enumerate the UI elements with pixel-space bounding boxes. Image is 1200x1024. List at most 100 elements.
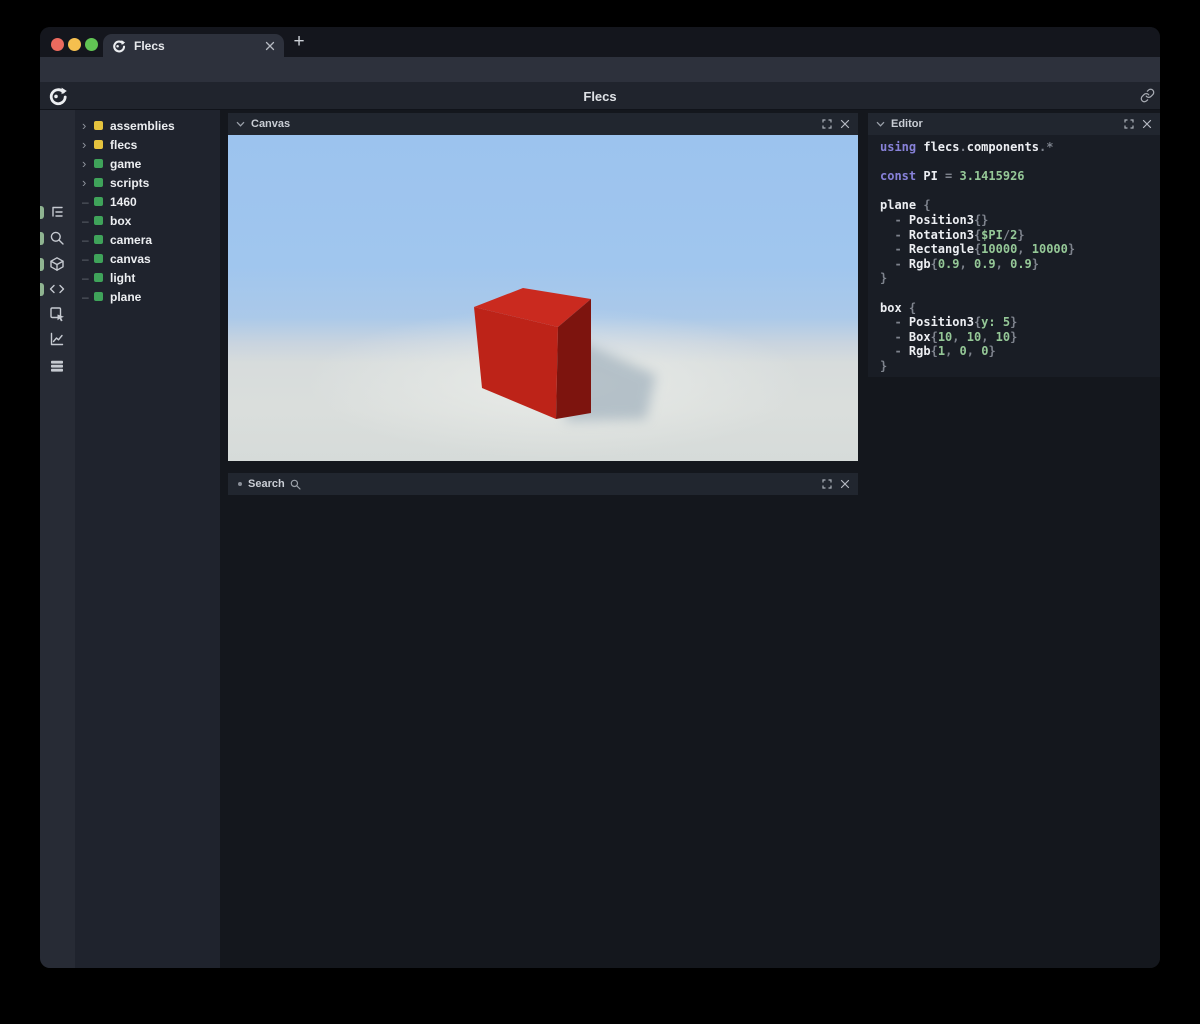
code-token: {	[931, 330, 938, 344]
search-panel-header: Search	[228, 473, 858, 495]
entity-color-swatch	[94, 216, 103, 225]
tree-item-canvas[interactable]: –canvas	[75, 249, 220, 268]
canvas-panel-header: Canvas	[228, 113, 858, 135]
code-token: {	[923, 198, 930, 212]
code-line: - Rectangle{10000, 10000}	[880, 242, 1160, 257]
code-token: const	[880, 169, 923, 183]
code-line	[880, 286, 1160, 301]
tree-item-label: box	[110, 214, 131, 228]
editor-code[interactable]: using flecs.components.*const PI = 3.141…	[868, 135, 1160, 377]
code-line: - Position3{y: 5}	[880, 315, 1160, 330]
search-panel-title: Search	[248, 478, 285, 490]
expand-arrow-icon[interactable]: ›	[82, 120, 94, 132]
editor-panel-title: Editor	[891, 118, 923, 130]
entity-color-swatch	[94, 273, 103, 282]
stats-icon[interactable]	[45, 327, 69, 351]
entity-color-swatch	[94, 292, 103, 301]
tree-icon[interactable]	[45, 200, 69, 224]
code-token: 5	[1003, 315, 1010, 329]
code-token: {	[909, 301, 916, 315]
code-line: const PI = 3.1415926	[880, 169, 1160, 184]
canvas-3d-viewport[interactable]	[228, 135, 858, 461]
browser-tab-flecs[interactable]: Flecs	[103, 34, 284, 57]
collapsed-indicator-icon[interactable]	[238, 482, 242, 486]
expand-icon[interactable]	[822, 119, 832, 129]
tab-close-icon[interactable]	[265, 41, 275, 51]
code-token: ,	[960, 257, 974, 271]
scene-3d	[228, 135, 858, 461]
inspect-icon[interactable]	[45, 302, 69, 326]
expand-arrow-icon[interactable]: ›	[82, 158, 94, 170]
canvas-panel-title: Canvas	[251, 118, 290, 130]
entities-icon[interactable]	[45, 252, 69, 276]
chevron-down-icon[interactable]	[876, 121, 885, 127]
tree-item-box[interactable]: – box	[75, 211, 220, 230]
tree-item-scripts[interactable]: ›scripts	[75, 173, 220, 192]
code-token: Rectangle	[909, 242, 974, 256]
leaf-dash-icon: –	[82, 291, 94, 303]
expand-arrow-icon[interactable]: ›	[82, 139, 94, 151]
code-token: Rotation3	[909, 228, 974, 242]
new-tab-button[interactable]: +	[288, 31, 310, 53]
code-token: -	[880, 315, 909, 329]
code-token: ,	[996, 257, 1010, 271]
tree-item-plane[interactable]: – plane	[75, 287, 220, 306]
tree-item-label: canvas	[110, 252, 151, 266]
icon-sidebar	[40, 110, 75, 968]
code-token: .*	[1039, 140, 1053, 154]
entity-tree: ›assemblies›flecs›game›scripts–1460–box–…	[75, 110, 220, 968]
app-header: Flecs	[40, 82, 1160, 110]
code-token: Position3	[909, 315, 974, 329]
code-token: 10000	[1032, 242, 1068, 256]
close-icon[interactable]	[1142, 119, 1152, 129]
code-token: 0.9	[1010, 257, 1032, 271]
close-icon[interactable]	[840, 479, 850, 489]
search-magnifier-icon	[290, 479, 301, 490]
chevron-down-icon[interactable]	[236, 121, 245, 127]
window-close-button[interactable]	[51, 38, 64, 51]
tree-item-assemblies[interactable]: ›assemblies	[75, 116, 220, 135]
expand-icon[interactable]	[822, 479, 832, 489]
code-line: - Rotation3{$PI/2}	[880, 228, 1160, 243]
tree-item-label: plane	[110, 290, 141, 304]
code-token: -	[880, 257, 909, 271]
code-token: -	[880, 242, 909, 256]
code-token: y:	[981, 315, 1003, 329]
code-token: {}	[974, 213, 988, 227]
tab-strip: Flecs +	[40, 27, 1160, 57]
close-icon[interactable]	[840, 119, 850, 129]
tree-item-flecs[interactable]: › flecs	[75, 135, 220, 154]
tree-item-light[interactable]: –light	[75, 268, 220, 287]
entity-color-swatch	[94, 140, 103, 149]
entity-color-swatch	[94, 197, 103, 206]
code-line: - Box{10, 10, 10}	[880, 330, 1160, 345]
window-zoom-button[interactable]	[85, 38, 98, 51]
permalink-icon[interactable]	[1140, 88, 1155, 103]
window-minimize-button[interactable]	[68, 38, 81, 51]
memory-icon[interactable]	[45, 354, 69, 378]
expand-arrow-icon[interactable]: ›	[82, 177, 94, 189]
code-token: }	[1068, 242, 1075, 256]
editor-panel: Editor using flecs.components.*const PI …	[868, 113, 1160, 377]
code-token: -	[880, 228, 909, 242]
code-token: 10000	[981, 242, 1017, 256]
code-token: box	[880, 301, 909, 315]
code-token: 0	[960, 344, 967, 358]
code-token: }	[1032, 257, 1039, 271]
leaf-dash-icon: –	[82, 215, 94, 227]
code-line: }	[880, 359, 1160, 374]
tree-item-label: game	[110, 157, 141, 171]
tree-item-camera[interactable]: –camera	[75, 230, 220, 249]
canvas-panel: Canvas	[228, 113, 858, 461]
code-line: - Position3{}	[880, 213, 1160, 228]
tree-item-1460[interactable]: –1460	[75, 192, 220, 211]
code-icon[interactable]	[45, 277, 69, 301]
tree-item-game[interactable]: › game	[75, 154, 220, 173]
entity-color-swatch	[94, 159, 103, 168]
expand-icon[interactable]	[1124, 119, 1134, 129]
code-token: using	[880, 140, 923, 154]
browser-toolbar: flecs.dev/explorer/?wasm=https://www.fle…	[40, 57, 1160, 82]
search-icon[interactable]	[45, 226, 69, 250]
tree-item-label: flecs	[110, 138, 137, 152]
code-token: Position3	[909, 213, 974, 227]
